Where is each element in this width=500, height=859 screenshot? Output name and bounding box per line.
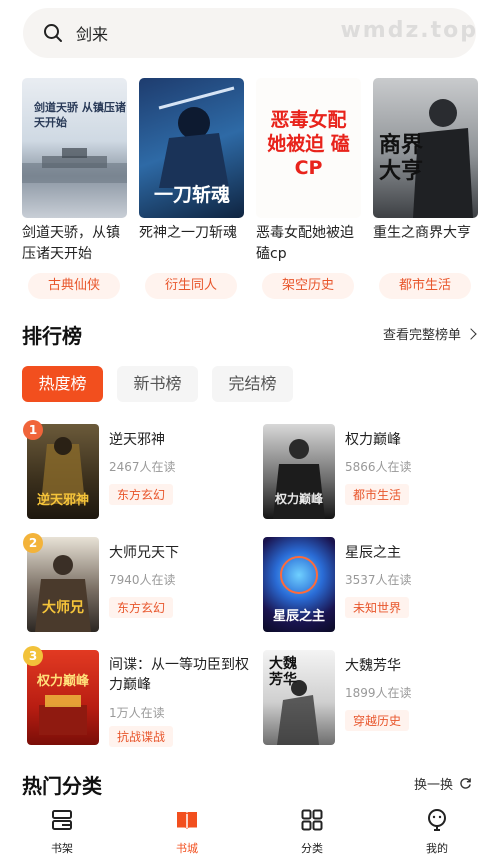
reader-count: 7940人在读 bbox=[109, 573, 176, 587]
book-title[interactable]: 间谍：从一等功臣到权力巅峰 bbox=[109, 655, 249, 695]
nav-categories[interactable]: 分类 bbox=[272, 808, 352, 856]
watermark: wmdz.top bbox=[340, 18, 478, 43]
book-cover[interactable]: 权力巅峰 bbox=[263, 424, 335, 519]
book-cover[interactable]: 商界大亨 bbox=[373, 78, 478, 218]
rank-badge: 1 bbox=[23, 420, 43, 440]
genre-tag[interactable]: 古典仙侠 bbox=[28, 273, 120, 299]
refresh-icon bbox=[460, 778, 471, 789]
cover-text: 一刀斩魂 bbox=[153, 184, 230, 206]
book-title[interactable]: 死神之一刀斩魂 bbox=[139, 223, 244, 265]
genre-tag: 未知世界 bbox=[345, 597, 410, 618]
genre-tag: 东方玄幻 bbox=[109, 597, 174, 618]
book-title[interactable]: 大师兄天下 bbox=[109, 542, 179, 562]
search-area: 剑来 wmdz.top bbox=[0, 0, 500, 70]
book-title[interactable]: 重生之商界大亨 bbox=[373, 223, 478, 265]
nav-label: 书城 bbox=[176, 842, 198, 855]
view-full-ranking-link[interactable]: 查看完整榜单 bbox=[382, 324, 477, 343]
book-cover[interactable]: 大魏芳华 bbox=[263, 650, 335, 745]
ranking-item[interactable]: 星辰之主 星辰之主 3537人在读 未知世界 bbox=[263, 537, 483, 632]
nav-profile[interactable]: 我的 bbox=[397, 808, 477, 856]
book-title[interactable]: 权力巅峰 bbox=[345, 429, 401, 449]
nav-label: 分类 bbox=[301, 842, 323, 855]
tab-hot[interactable]: 热度榜 bbox=[22, 366, 103, 402]
featured-book[interactable]: 一刀斩魂 死神之一刀斩魂 衍生同人 bbox=[139, 78, 244, 299]
book-cover[interactable]: 恶毒女配 她被迫 磕CP bbox=[256, 78, 361, 218]
book-title[interactable]: 星辰之主 bbox=[345, 542, 401, 562]
ranking-item[interactable]: 大魏芳华 大魏芳华 1899人在读 穿越历史 bbox=[263, 650, 483, 745]
cover-text: 权力巅峰 bbox=[274, 492, 323, 506]
cover-text: 大魏芳华 bbox=[269, 656, 297, 688]
featured-book[interactable]: 恶毒女配 她被迫 磕CP 恶毒女配她被迫磕cp 架空历史 bbox=[256, 78, 361, 299]
nav-bookstore[interactable]: 书城 bbox=[147, 808, 227, 856]
rank-badge: 3 bbox=[23, 646, 43, 666]
genre-tag: 穿越历史 bbox=[345, 710, 410, 731]
cover-text: 大师兄 bbox=[42, 600, 84, 616]
view-full-ranking-label: 查看完整榜单 bbox=[382, 328, 461, 343]
cover-text: 商界大亨 bbox=[379, 133, 424, 184]
grid-icon bbox=[301, 809, 323, 831]
reader-count: 1万人在读 bbox=[109, 706, 165, 720]
genre-tag: 都市生活 bbox=[345, 484, 410, 505]
book-title[interactable]: 逆天邪神 bbox=[109, 429, 165, 449]
genre-tag[interactable]: 衍生同人 bbox=[145, 273, 237, 299]
ranking-item[interactable]: 大师兄 2 大师兄天下 7940人在读 东方玄幻 bbox=[23, 533, 247, 632]
ranking-item[interactable]: 权力巅峰 权力巅峰 5866人在读 都市生活 bbox=[263, 424, 483, 519]
featured-book[interactable]: 商界大亨 重生之商界大亨 都市生活 bbox=[373, 78, 478, 299]
book-title[interactable]: 大魏芳华 bbox=[345, 655, 401, 675]
genre-tag[interactable]: 架空历史 bbox=[262, 273, 354, 299]
genre-tag[interactable]: 都市生活 bbox=[379, 273, 471, 299]
cover-text: 剑道天骄 从镇压诸天开始 bbox=[34, 101, 126, 129]
reader-count: 3537人在读 bbox=[345, 573, 412, 587]
book-title[interactable]: 剑道天骄，从镇压诸天开始 bbox=[22, 223, 127, 265]
cover-text: 权力巅峰 bbox=[36, 674, 89, 689]
book-title[interactable]: 恶毒女配她被迫磕cp bbox=[256, 223, 361, 265]
hot-categories-title: 热门分类 bbox=[22, 774, 102, 798]
ranking-title: 排行榜 bbox=[22, 324, 82, 348]
bookshelf-icon bbox=[52, 810, 72, 830]
profile-icon bbox=[428, 809, 446, 831]
reader-count: 1899人在读 bbox=[345, 686, 412, 700]
chevron-right-icon bbox=[465, 327, 477, 340]
genre-tag: 东方玄幻 bbox=[109, 484, 174, 505]
ranking-item[interactable]: 逆天邪神 1 逆天邪神 2467人在读 东方玄幻 bbox=[23, 420, 247, 519]
refresh-label: 换一换 bbox=[413, 778, 453, 793]
tab-new[interactable]: 新书榜 bbox=[117, 366, 198, 402]
book-cover[interactable]: 星辰之主 bbox=[263, 537, 335, 632]
genre-tag: 抗战谍战 bbox=[109, 726, 174, 747]
search-query[interactable]: 剑来 bbox=[76, 21, 108, 45]
reader-count: 5866人在读 bbox=[345, 460, 412, 474]
cover-text: 逆天邪神 bbox=[36, 493, 89, 508]
tab-completed[interactable]: 完结榜 bbox=[212, 366, 293, 402]
bookstore-icon bbox=[177, 812, 197, 829]
featured-book[interactable]: 剑道天骄 从镇压诸天开始 剑道天骄，从镇压诸天开始 古典仙侠 bbox=[22, 78, 127, 299]
rank-badge: 2 bbox=[23, 533, 43, 553]
nav-bookshelf[interactable]: 书架 bbox=[22, 808, 102, 856]
refresh-button[interactable]: 换一换 bbox=[414, 774, 472, 793]
cover-text: 星辰之主 bbox=[272, 609, 325, 624]
cover-text: 恶毒女配 她被迫 磕CP bbox=[267, 109, 350, 179]
nav-label: 书架 bbox=[51, 842, 73, 855]
search-icon bbox=[44, 24, 62, 42]
bottom-navigation: 书架 书城 分类 我的 bbox=[0, 800, 500, 859]
book-cover[interactable]: 剑道天骄 从镇压诸天开始 bbox=[22, 78, 127, 218]
featured-books: 剑道天骄 从镇压诸天开始 剑道天骄，从镇压诸天开始 古典仙侠 一刀斩魂 死神之一… bbox=[0, 78, 500, 303]
book-cover[interactable]: 一刀斩魂 bbox=[139, 78, 244, 218]
ranking-item[interactable]: 权力巅峰 3 间谍：从一等功臣到权力巅峰 1万人在读 抗战谍战 bbox=[23, 646, 249, 747]
nav-label: 我的 bbox=[426, 842, 448, 855]
reader-count: 2467人在读 bbox=[109, 460, 176, 474]
